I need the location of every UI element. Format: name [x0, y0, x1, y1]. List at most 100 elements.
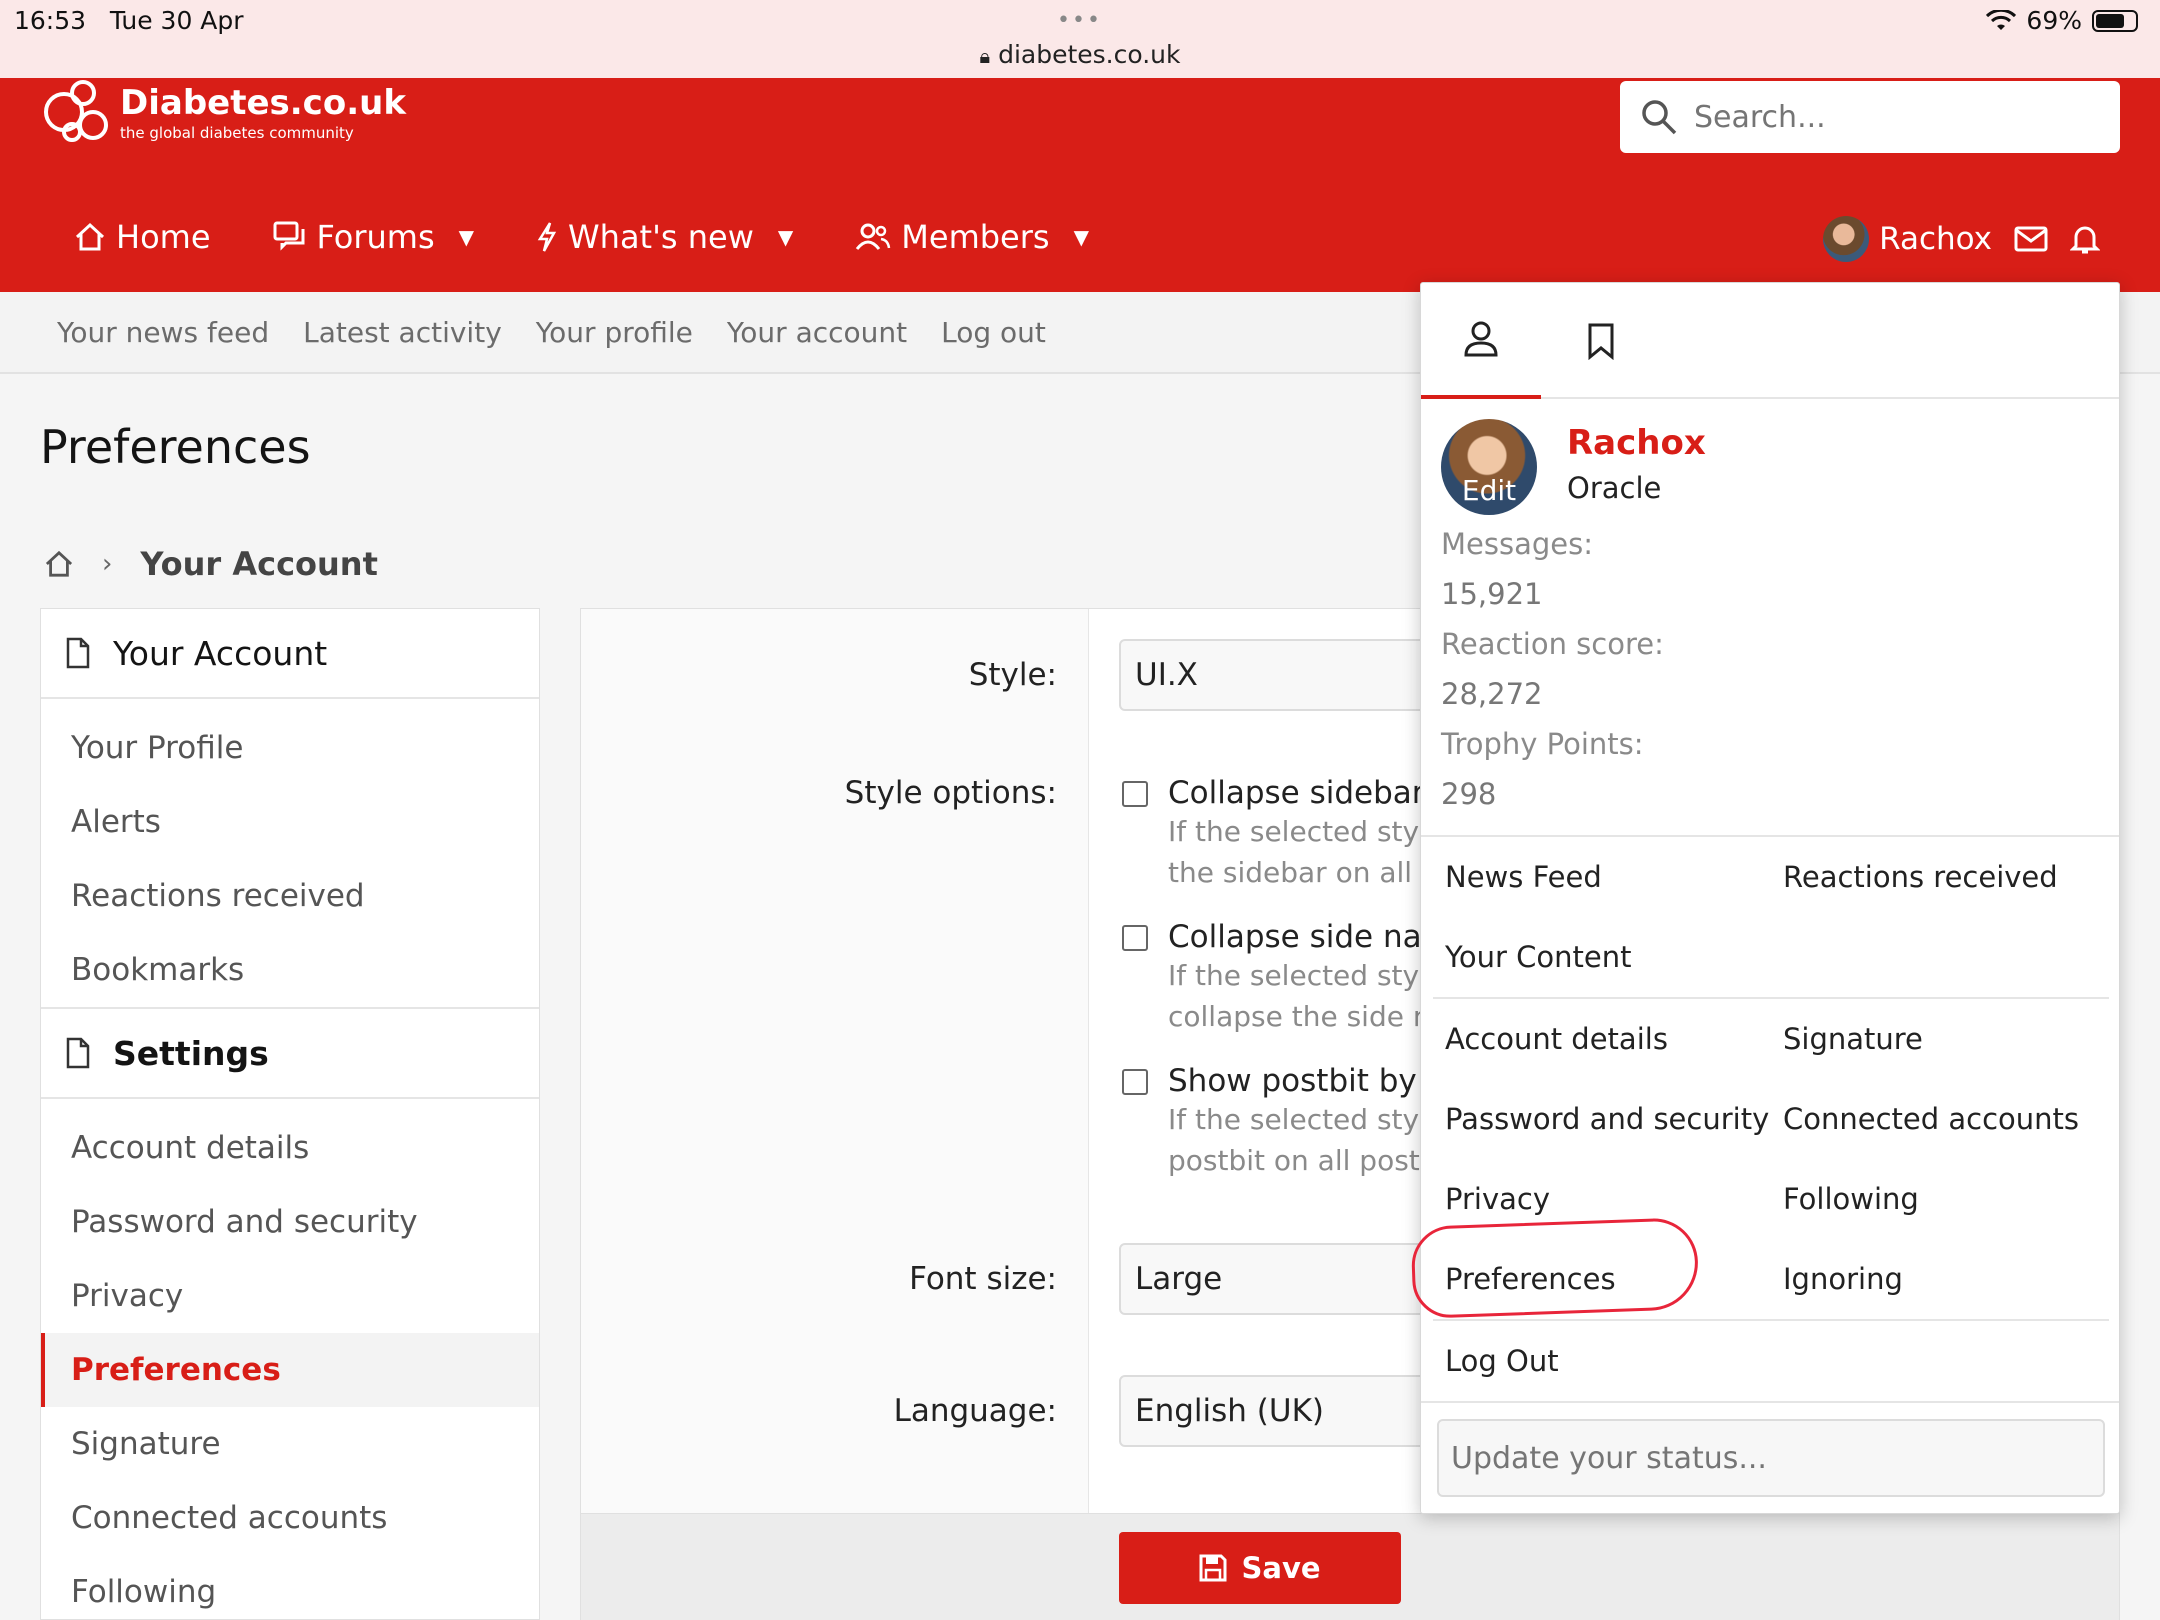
menu-link-news-feed[interactable]: News Feed — [1433, 860, 1771, 894]
menu-link-password-security[interactable]: Password and security — [1433, 1102, 1771, 1136]
sidebar-item-password-security[interactable]: Password and security — [41, 1185, 539, 1259]
option-hint: postbit on all posts — [1168, 1144, 1435, 1177]
user-icon — [1464, 321, 1498, 357]
avatar — [1823, 216, 1870, 262]
nav-forums-label: Forums — [316, 218, 435, 256]
search-box[interactable] — [1620, 81, 2120, 153]
option-collapse-sidebar: Collapse sidebar b If the selected style… — [1122, 775, 1454, 893]
option-hint: If the selected style — [1168, 959, 1445, 992]
nav-members-label: Members — [901, 218, 1050, 256]
stat-value[interactable]: 298 — [1441, 769, 1664, 819]
stat-value[interactable]: 15,921 — [1441, 569, 1664, 619]
logo-circles-icon — [40, 78, 112, 150]
sidebar-item-preferences[interactable]: Preferences — [41, 1333, 539, 1407]
sidebar-item-privacy[interactable]: Privacy — [41, 1259, 539, 1333]
status-update-input[interactable] — [1437, 1419, 2105, 1497]
language-label: Language: — [893, 1393, 1057, 1429]
home-icon — [75, 222, 105, 251]
breadcrumb-your-account[interactable]: Your Account — [140, 545, 377, 583]
more-dots-icon[interactable]: ••• — [1057, 8, 1102, 33]
members-icon — [856, 223, 891, 250]
menu-link-signature[interactable]: Signature — [1771, 1022, 2109, 1056]
menu-tabs — [1421, 283, 2119, 399]
sidebar-item-signature[interactable]: Signature — [41, 1407, 539, 1481]
collapse-side-nav-checkbox[interactable] — [1122, 925, 1148, 951]
avatar-edit-label[interactable]: Edit — [1441, 474, 1537, 507]
menu-link-ignoring[interactable]: Ignoring — [1771, 1262, 2109, 1296]
lock-icon: 🔒︎ — [979, 44, 991, 68]
nav-members[interactable]: Members ▼ — [855, 218, 1089, 256]
nav-whats-new[interactable]: What's new ▼ — [536, 218, 793, 256]
address-bar[interactable]: 🔒︎ diabetes.co.uk — [0, 40, 2160, 69]
username-label: Rachox — [1879, 221, 1992, 257]
sidebar-account-heading[interactable]: Your Account — [41, 609, 539, 699]
account-sidebar: Your Account Your Profile Alerts Reactio… — [40, 608, 540, 1620]
avatar[interactable]: Edit — [1441, 419, 1537, 515]
sidebar-item-alerts[interactable]: Alerts — [41, 785, 539, 859]
sidebar-item-your-profile[interactable]: Your Profile — [41, 711, 539, 785]
page-title: Preferences — [40, 420, 311, 474]
option-hint: collapse the side n — [1168, 1000, 1431, 1033]
search-input[interactable] — [1694, 99, 2094, 135]
chevron-down-icon[interactable]: ▼ — [778, 225, 793, 249]
logo-subtitle: the global diabetes community — [120, 124, 354, 142]
option-title: Collapse side nav — [1168, 919, 1440, 955]
url-text: diabetes.co.uk — [998, 40, 1181, 69]
sidebar-settings-heading[interactable]: Settings — [41, 1009, 539, 1099]
stat-label: Messages: — [1441, 527, 1593, 561]
menu-links: News Feed Reactions received Your Conten… — [1421, 835, 2119, 1403]
sidebar-item-bookmarks[interactable]: Bookmarks — [41, 933, 539, 1007]
tab-bookmarks[interactable] — [1541, 283, 1661, 399]
status-time: 16:53 Tue 30 Apr — [14, 6, 244, 35]
menu-link-reactions-received[interactable]: Reactions received — [1771, 860, 2109, 894]
mail-icon[interactable] — [2014, 226, 2048, 252]
menu-user-title: Oracle — [1567, 471, 1662, 505]
bookmark-icon — [1588, 323, 1614, 360]
subnav-latest-activity[interactable]: Latest activity — [303, 316, 502, 349]
option-hint: If the selected style — [1168, 815, 1445, 848]
subnav-news-feed[interactable]: Your news feed — [57, 316, 269, 349]
menu-link-connected-accounts[interactable]: Connected accounts — [1771, 1102, 2109, 1136]
bolt-icon — [537, 222, 557, 252]
user-menu-toggle[interactable]: Rachox — [1823, 216, 1992, 262]
account-dropdown-menu: Edit Rachox Oracle Messages: 15,921 Reac… — [1420, 282, 2120, 1514]
site-header: Diabetes.co.uk the global diabetes commu… — [0, 78, 2160, 292]
sidebar-item-following[interactable]: Following — [41, 1555, 539, 1620]
chevron-down-icon[interactable]: ▼ — [1074, 225, 1089, 249]
status-right: 69% — [1986, 6, 2138, 35]
site-logo[interactable]: Diabetes.co.uk the global diabetes commu… — [40, 78, 406, 150]
style-options-label: Style options: — [844, 775, 1057, 811]
sidebar-item-reactions-received[interactable]: Reactions received — [41, 859, 539, 933]
nav-home[interactable]: Home — [74, 218, 211, 256]
menu-username[interactable]: Rachox — [1567, 423, 1706, 463]
nav-whats-new-label: What's new — [568, 218, 754, 256]
collapse-sidebar-checkbox[interactable] — [1122, 781, 1148, 807]
nav-forums[interactable]: Forums ▼ — [273, 218, 474, 256]
option-hint: If the selected style — [1168, 1103, 1445, 1136]
home-icon[interactable] — [44, 550, 74, 578]
show-postbit-checkbox[interactable] — [1122, 1069, 1148, 1095]
menu-link-log-out[interactable]: Log Out — [1433, 1344, 1783, 1378]
breadcrumb: › Your Account — [44, 545, 378, 583]
option-collapse-side-nav: Collapse side nav If the selected style … — [1122, 919, 1444, 1037]
chevron-down-icon[interactable]: ▼ — [459, 225, 474, 249]
sidebar-item-connected-accounts[interactable]: Connected accounts — [41, 1481, 539, 1555]
stat-value[interactable]: 28,272 — [1441, 669, 1664, 719]
menu-link-privacy[interactable]: Privacy — [1433, 1182, 1771, 1216]
document-icon — [66, 1037, 90, 1069]
subnav-log-out[interactable]: Log out — [941, 316, 1046, 349]
menu-link-following[interactable]: Following — [1771, 1182, 2109, 1216]
bell-icon[interactable] — [2070, 223, 2100, 255]
user-nav: Rachox — [1823, 216, 2100, 262]
sidebar-item-account-details[interactable]: Account details — [41, 1111, 539, 1185]
menu-link-account-details[interactable]: Account details — [1433, 1022, 1771, 1056]
stat-label: Trophy Points: — [1441, 727, 1644, 761]
tab-account[interactable] — [1421, 283, 1541, 399]
document-icon — [66, 637, 90, 669]
subnav-your-profile[interactable]: Your profile — [536, 316, 693, 349]
save-button[interactable]: Save — [1119, 1532, 1401, 1604]
menu-link-your-content[interactable]: Your Content — [1433, 940, 1783, 974]
subnav-your-account[interactable]: Your account — [727, 316, 907, 349]
option-hint: the sidebar on all p — [1168, 856, 1439, 889]
wifi-icon — [1986, 9, 2017, 30]
